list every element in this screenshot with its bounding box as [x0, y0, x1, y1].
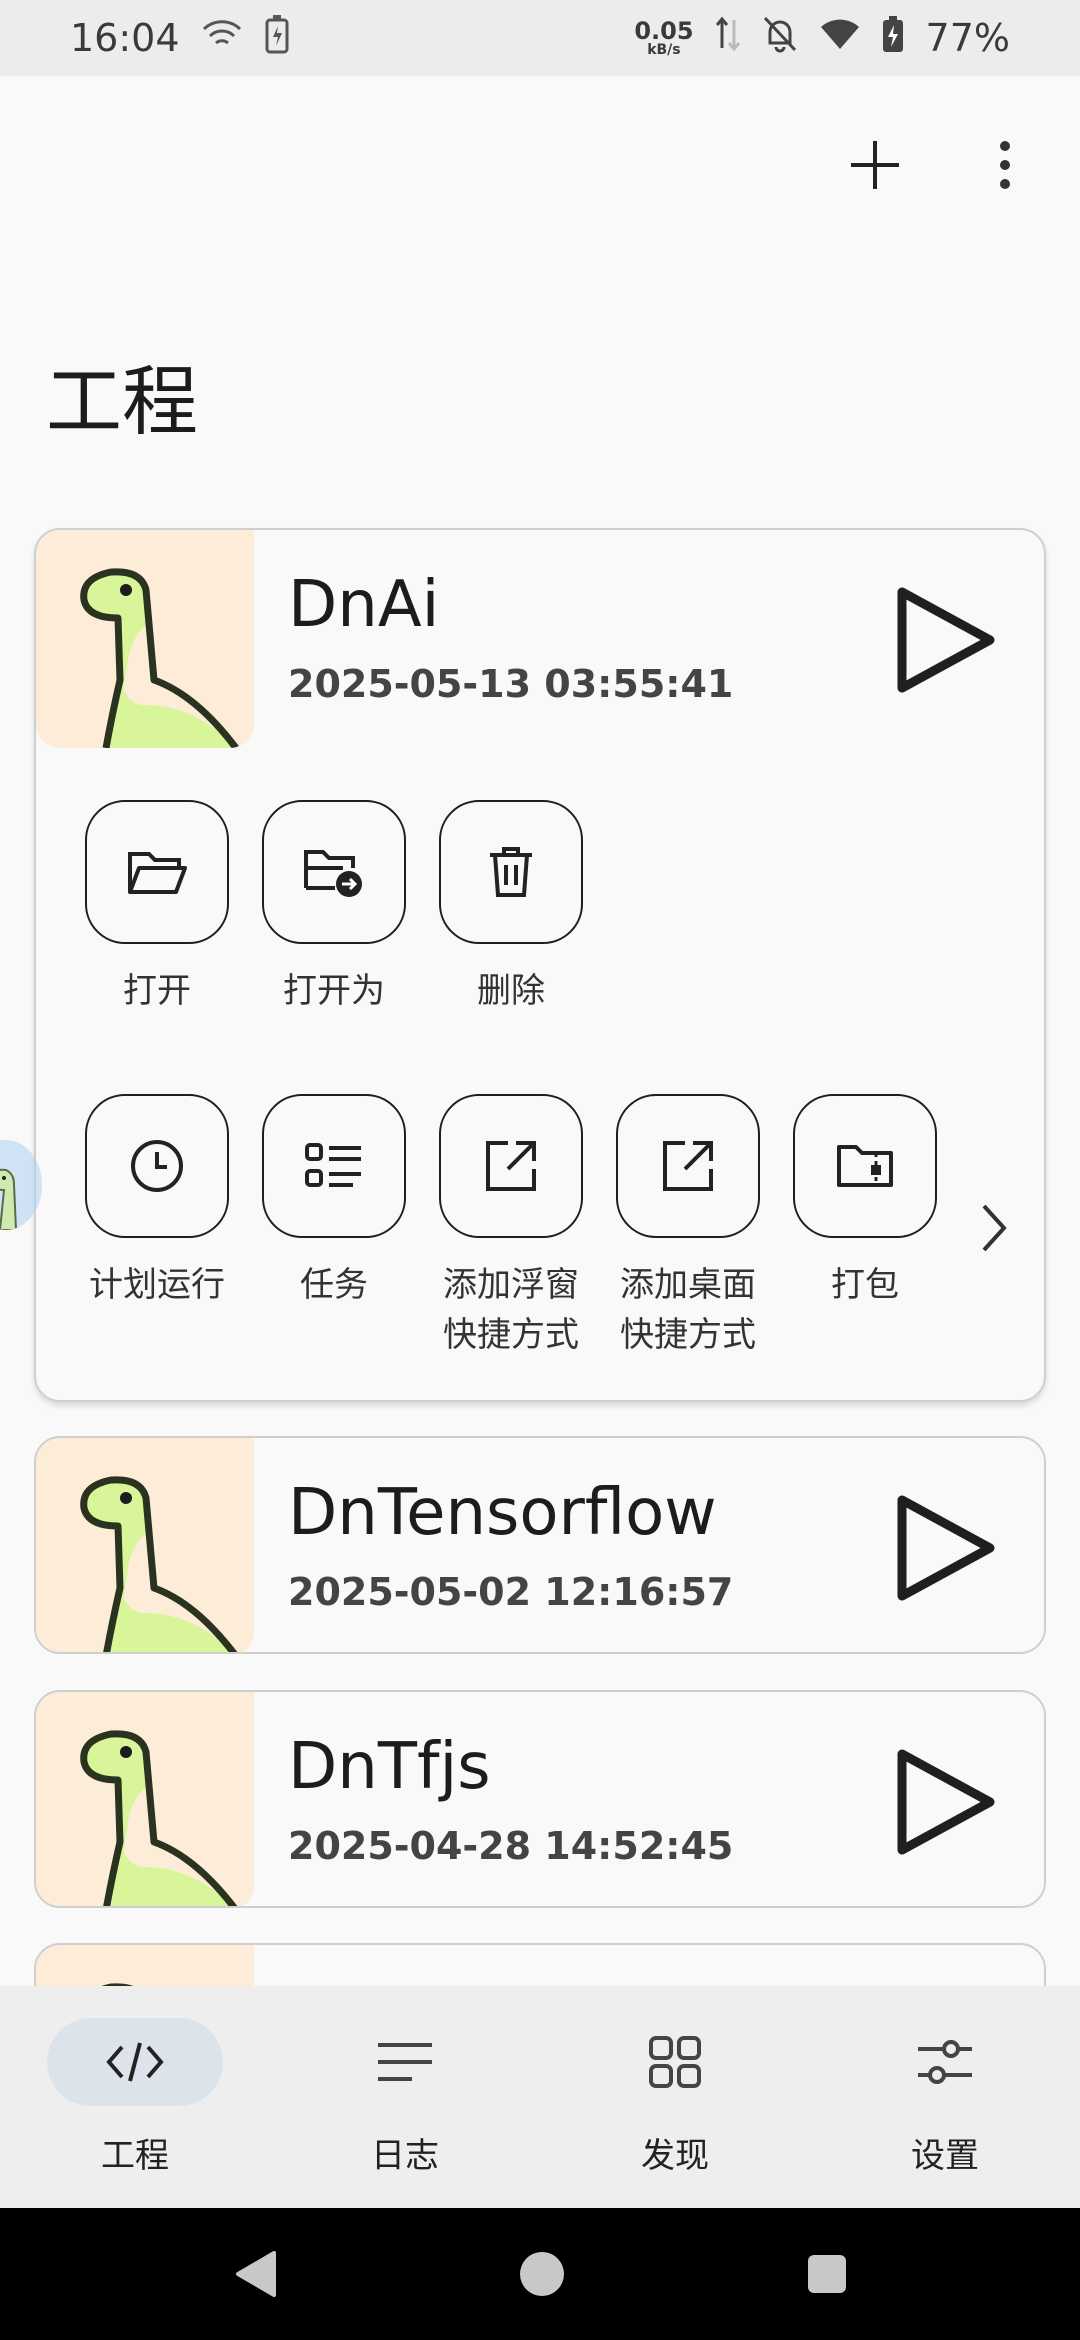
nav-projects[interactable]: 工程 [0, 1986, 270, 2208]
status-bar: 16:04 0.05 kB/s 77% [0, 0, 1080, 76]
more-options-button[interactable] [970, 130, 1040, 200]
nav-label: 日志 [371, 2136, 439, 2176]
folder-zip-icon [837, 1145, 893, 1187]
action-label: 计划运行 [89, 1265, 225, 1305]
chevron-right-icon [982, 1204, 1007, 1252]
project-thumbnail [36, 1692, 254, 1906]
trash-icon [490, 847, 532, 897]
action-add-desktop-shortcut[interactable]: 添加桌面 快捷方式 [613, 1094, 763, 1360]
action-package[interactable]: 打包 [790, 1094, 940, 1310]
nav-label: 设置 [911, 2136, 979, 2176]
data-arrows-icon [715, 14, 740, 63]
action-label: 添加浮窗 快捷方式 [443, 1265, 579, 1355]
run-project-button[interactable] [890, 1490, 1000, 1606]
battery-level: 77% [925, 16, 1010, 60]
notifications-off-icon [762, 15, 798, 62]
play-icon [897, 587, 995, 693]
add-project-button[interactable] [840, 130, 910, 200]
home-icon[interactable] [518, 2250, 566, 2298]
back-icon[interactable] [232, 2249, 278, 2299]
action-delete[interactable]: 删除 [436, 800, 586, 1016]
network-speed: 0.05 kB/s [634, 17, 694, 58]
system-navigation-bar [0, 2208, 1080, 2340]
dinosaur-icon [80, 1730, 238, 1906]
project-thumbnail [36, 530, 254, 748]
project-thumbnail [36, 1438, 254, 1652]
bottom-navigation: 工程 日志 发现 设置 [0, 1986, 1080, 2208]
nav-label: 发现 [641, 2136, 709, 2176]
battery-icon [882, 15, 904, 62]
wifi-signal-icon [202, 16, 242, 60]
folder-open-icon [128, 852, 187, 894]
folder-arrow-icon [304, 850, 362, 897]
action-open[interactable]: 打开 [82, 800, 232, 1016]
action-label: 打包 [831, 1265, 899, 1305]
play-icon [897, 1495, 995, 1601]
project-date: 2025-05-02 12:16:57 [288, 1570, 734, 1614]
project-card[interactable]: DnTfjs 2025-04-28 14:52:45 [34, 1690, 1046, 1908]
action-add-floating-shortcut[interactable]: 添加浮窗 快捷方式 [436, 1094, 586, 1360]
dinosaur-icon [80, 568, 239, 748]
top-app-bar-actions [840, 120, 1040, 210]
nav-logs[interactable]: 日志 [270, 1986, 540, 2208]
code-icon [106, 2042, 164, 2082]
list-lines-icon [378, 2043, 432, 2081]
run-project-button[interactable] [890, 1744, 1000, 1860]
project-name: DnTensorflow [288, 1476, 717, 1550]
action-tasks[interactable]: 任务 [259, 1094, 409, 1310]
project-date: 2025-05-13 03:55:41 [288, 662, 734, 706]
action-label: 打开为 [283, 971, 385, 1011]
action-label: 任务 [300, 1265, 368, 1305]
nav-discover[interactable]: 发现 [540, 1986, 810, 2208]
project-name: DnAi [288, 568, 440, 642]
dinosaur-icon [80, 1476, 238, 1652]
wifi-icon [820, 16, 860, 60]
nav-label: 工程 [101, 2136, 169, 2176]
project-name: DnTfjs [288, 1730, 491, 1804]
page-title: 工程 [46, 357, 198, 446]
more-vert-icon [1000, 141, 1010, 189]
play-icon [897, 1749, 995, 1855]
clock-icon [131, 1140, 183, 1192]
grid-icon [649, 2036, 701, 2088]
more-actions-arrow[interactable] [974, 1198, 1014, 1258]
run-project-button[interactable] [890, 582, 1000, 698]
task-list-icon [305, 1143, 361, 1187]
open-external-icon [486, 1141, 536, 1191]
plus-icon [851, 141, 899, 189]
project-card[interactable]: DnTensorflow 2025-05-02 12:16:57 [34, 1436, 1046, 1654]
battery-saver-icon [264, 14, 290, 63]
nav-settings[interactable]: 设置 [810, 1986, 1080, 2208]
action-open-as[interactable]: 打开为 [259, 800, 409, 1016]
recents-icon[interactable] [806, 2253, 848, 2295]
sliders-icon [918, 2040, 972, 2084]
action-label: 添加桌面 快捷方式 [620, 1265, 756, 1355]
open-external-icon [663, 1141, 713, 1191]
action-schedule-run[interactable]: 计划运行 [82, 1094, 232, 1310]
action-label: 删除 [477, 971, 545, 1011]
clock: 16:04 [70, 16, 180, 60]
project-card-expanded[interactable]: DnAi 2025-05-13 03:55:41 打开 打开为 删除 计划运行 … [34, 528, 1046, 1402]
action-label: 打开 [123, 971, 191, 1011]
project-date: 2025-04-28 14:52:45 [288, 1824, 734, 1868]
